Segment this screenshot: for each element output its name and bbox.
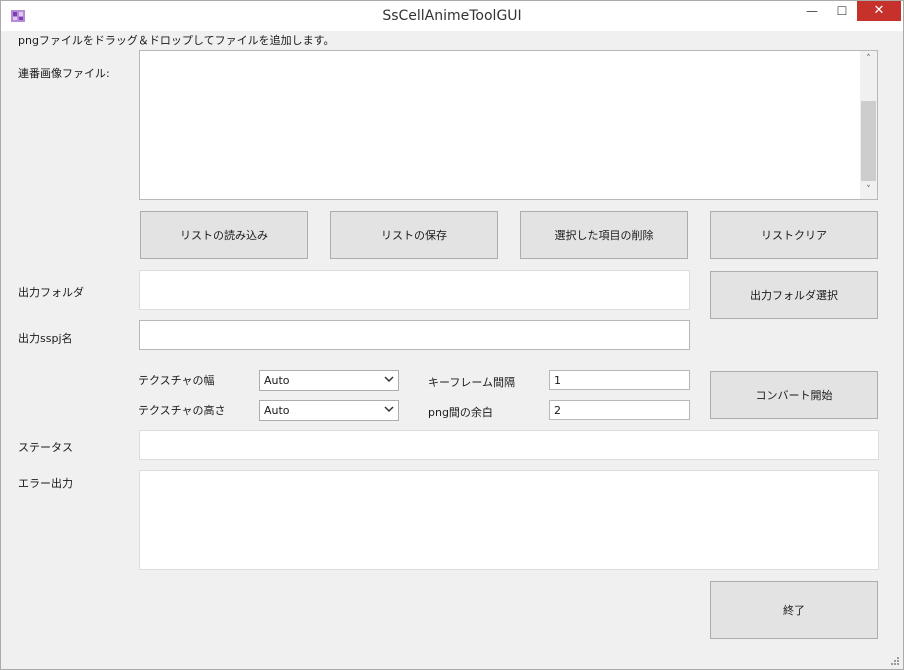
maximize-button[interactable]: ☐ <box>829 1 855 21</box>
scroll-up-icon[interactable]: ˄ <box>860 51 877 68</box>
status-field[interactable] <box>139 430 879 460</box>
start-convert-button[interactable]: コンバート開始 <box>710 371 878 419</box>
close-button[interactable]: ✕ <box>857 1 901 21</box>
delete-selected-button[interactable]: 選択した項目の削除 <box>520 211 688 259</box>
keyframe-interval-label: キーフレーム間隔 <box>428 376 516 389</box>
texture-height-select[interactable]: Auto <box>259 400 399 421</box>
scroll-down-icon[interactable]: ˅ <box>860 182 877 199</box>
select-output-folder-button[interactable]: 出力フォルダ選択 <box>710 271 878 319</box>
png-margin-label: png間の余白 <box>428 406 493 419</box>
chevron-down-icon <box>384 376 394 383</box>
texture-width-select[interactable]: Auto <box>259 370 399 391</box>
resize-grip-icon[interactable] <box>889 655 899 665</box>
window-title: SsCellAnimeToolGUI <box>382 8 522 24</box>
error-output-area[interactable] <box>139 470 879 570</box>
app-window: SsCellAnimeToolGUI — ☐ ✕ pngファイルをドラッグ＆ドロ… <box>0 0 904 670</box>
exit-button[interactable]: 終了 <box>710 581 878 639</box>
load-list-button[interactable]: リストの読み込み <box>140 211 308 259</box>
status-label: ステータス <box>18 441 73 454</box>
output-sspj-input[interactable] <box>139 320 690 350</box>
keyframe-interval-input[interactable] <box>549 370 690 390</box>
output-folder-input[interactable] <box>139 270 690 310</box>
clear-list-button[interactable]: リストクリア <box>710 211 878 259</box>
texture-width-value: Auto <box>264 374 290 387</box>
texture-height-label: テクスチャの高さ <box>138 404 226 417</box>
output-sspj-label: 出力sspj名 <box>18 332 73 345</box>
scroll-thumb[interactable] <box>861 101 876 181</box>
chevron-down-icon <box>384 406 394 413</box>
texture-height-value: Auto <box>264 404 290 417</box>
png-margin-input[interactable] <box>549 400 690 420</box>
minimize-button[interactable]: — <box>795 1 829 21</box>
file-list-scrollbar[interactable]: ˄ ˅ <box>860 51 877 199</box>
output-folder-label: 出力フォルダ <box>18 286 84 299</box>
texture-width-label: テクスチャの幅 <box>138 374 215 387</box>
instructions-text: pngファイルをドラッグ＆ドロップしてファイルを追加します。 <box>18 34 335 47</box>
save-list-button[interactable]: リストの保存 <box>330 211 498 259</box>
file-listbox[interactable]: ˄ ˅ <box>139 50 878 200</box>
file-list-label: 連番画像ファイル: <box>18 67 110 80</box>
title-bar: SsCellAnimeToolGUI — ☐ ✕ <box>1 1 903 31</box>
error-output-label: エラー出力 <box>18 477 73 490</box>
